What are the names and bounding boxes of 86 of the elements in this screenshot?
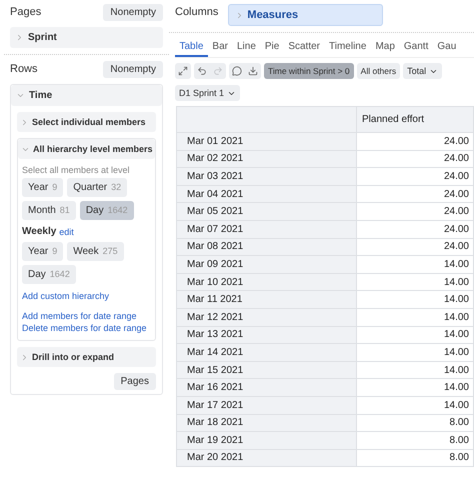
view-tab[interactable]: Timeline (324, 39, 371, 57)
row-header: Mar 15 2021 (176, 361, 356, 379)
chevron-down-icon (16, 91, 25, 100)
row-header: Mar 05 2021 (176, 202, 356, 220)
table-cell: 24.00 (356, 150, 474, 168)
accordion-header[interactable]: All hierarchy level members (18, 139, 155, 159)
view-tab[interactable]: Gau (432, 39, 461, 57)
row-header: Mar 19 2021 (176, 432, 356, 450)
view-tab[interactable]: Pie (260, 39, 284, 57)
dimension-header[interactable]: Time (11, 85, 162, 106)
table-cell: 24.00 (356, 220, 474, 238)
date-range-link[interactable]: Delete members for date range (22, 322, 147, 334)
table-cell: 24.00 (356, 168, 474, 186)
table-cell: 14.00 (356, 273, 474, 291)
row-header: Mar 18 2021 (176, 414, 356, 432)
table-cell: 8.00 (356, 449, 474, 467)
section-title: Columns (175, 5, 218, 20)
table-cell: 24.00 (356, 185, 474, 203)
accordion-header[interactable]: Select individual members (17, 112, 156, 132)
level-chip[interactable]: Year 9 (22, 178, 64, 197)
column-header: Planned effort (356, 106, 474, 132)
row-header: Mar 09 2021 (176, 256, 356, 274)
table-cell: 14.00 (356, 326, 474, 344)
view-tab[interactable]: Bar (208, 39, 232, 57)
view-tab[interactable]: Map (370, 39, 400, 57)
table-cell: 24.00 (356, 132, 474, 150)
download-icon (248, 66, 258, 76)
expand-icon (178, 66, 188, 76)
table-cell: 14.00 (356, 290, 474, 308)
chevron-right-icon (20, 352, 29, 362)
table-cell: 14.00 (356, 256, 474, 274)
row-header: Mar 07 2021 (176, 220, 356, 238)
row-header: Mar 02 2021 (176, 150, 356, 168)
row-header: Mar 01 2021 (176, 132, 356, 150)
dimension-header[interactable]: Sprint (10, 27, 163, 48)
table-cell: 8.00 (356, 432, 474, 450)
nonempty-button[interactable]: Nonempty (103, 61, 163, 78)
row-header: Mar 11 2021 (176, 290, 356, 308)
accordion-header[interactable]: Drill into or expand (17, 347, 156, 367)
filter-button[interactable]: Time within Sprint > 0 (264, 63, 354, 79)
level-chip[interactable]: Day 1642 (22, 265, 76, 284)
level-chip[interactable]: Week 275 (67, 242, 124, 261)
level-chip[interactable]: Quarter 32 (67, 178, 128, 197)
level-chip[interactable]: Year 9 (22, 242, 64, 261)
filter-button[interactable]: All others (356, 63, 400, 79)
table-cell: 8.00 (356, 414, 474, 432)
section-title: Rows (10, 62, 38, 75)
page-dropdown[interactable]: D1 Sprint 1 (175, 85, 240, 101)
hint-text: Select all members at level (22, 165, 131, 175)
view-tab[interactable]: Scatter (284, 39, 325, 57)
pages-button[interactable]: Pages (114, 373, 156, 390)
section-title: Pages (10, 5, 42, 18)
view-tab[interactable]: Gantt (399, 39, 433, 57)
row-header: Mar 16 2021 (176, 378, 356, 396)
table-cell: 14.00 (356, 378, 474, 396)
chevron-right-icon (15, 33, 24, 42)
undo-icon (197, 66, 207, 76)
row-header: Mar 10 2021 (176, 273, 356, 291)
row-header: Mar 20 2021 (176, 449, 356, 467)
edit-link[interactable]: edit (59, 226, 74, 238)
level-chip[interactable]: Day 1642 (80, 201, 134, 220)
row-header: Mar 17 2021 (176, 396, 356, 414)
row-header: Mar 12 2021 (176, 308, 356, 326)
date-range-link[interactable]: Add members for date range (22, 310, 137, 322)
table-cell: 14.00 (356, 308, 474, 326)
redo-icon (213, 66, 223, 76)
table-cell: 14.00 (356, 361, 474, 379)
nonempty-button[interactable]: Nonempty (103, 4, 163, 21)
add-hierarchy-link[interactable]: Add custom hierarchy (22, 290, 110, 302)
table-cell: 24.00 (356, 202, 474, 220)
measures-dimension[interactable]: Measures (228, 4, 384, 26)
comment-icon (232, 66, 242, 76)
row-header: Mar 08 2021 (176, 238, 356, 256)
row-header: Mar 14 2021 (176, 344, 356, 362)
row-header: Mar 03 2021 (176, 168, 356, 186)
table-cell: 24.00 (356, 238, 474, 256)
view-tab[interactable]: Line (232, 39, 260, 57)
hierarchy-name: Weekly (22, 226, 56, 238)
row-header: Mar 04 2021 (176, 185, 356, 203)
row-header: Mar 13 2021 (176, 326, 356, 344)
level-chip[interactable]: Month 81 (22, 201, 76, 220)
chevron-right-icon (20, 118, 29, 126)
total-dropdown[interactable]: Total (403, 63, 442, 79)
table-cell: 14.00 (356, 396, 474, 414)
view-tab[interactable]: Table (175, 39, 208, 57)
table-cell: 14.00 (356, 344, 474, 362)
